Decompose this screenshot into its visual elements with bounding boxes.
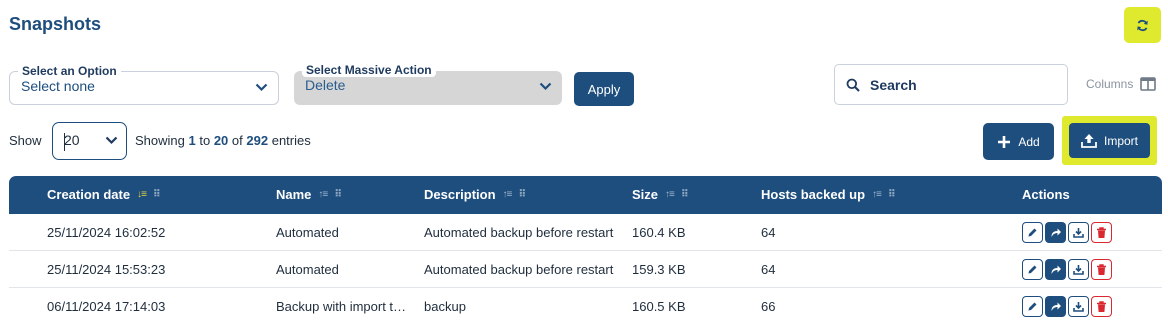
drag-handle-icon[interactable]: ⠿ — [518, 189, 526, 200]
cell-name: Backup with import t… — [276, 299, 407, 314]
show-label: Show — [9, 133, 42, 148]
restore-button[interactable] — [1045, 259, 1066, 280]
search-icon — [846, 78, 860, 92]
cell-description: Automated backup before restart — [424, 262, 614, 277]
refresh-button[interactable] — [1124, 7, 1161, 43]
option-select-label: Select an Option — [18, 64, 121, 78]
edit-button[interactable] — [1022, 222, 1043, 243]
cell-hosts: 64 — [761, 262, 776, 277]
row-actions — [1022, 259, 1112, 280]
columns-label: Columns — [1086, 77, 1134, 91]
download-icon — [1073, 302, 1084, 312]
columns-toggle[interactable]: Columns — [1086, 77, 1157, 91]
search-label: Search — [870, 76, 917, 93]
row-actions — [1022, 296, 1112, 317]
cell-hosts: 66 — [761, 299, 776, 314]
page-size-value: 20 — [64, 132, 80, 148]
edit-button[interactable] — [1022, 296, 1043, 317]
edit-icon — [1028, 265, 1037, 274]
cell-name: Automated — [276, 262, 339, 277]
cell-description: backup — [424, 299, 466, 314]
cell-size: 160.5 KB — [632, 299, 686, 314]
trash-icon — [1097, 263, 1106, 275]
cell-size: 159.3 KB — [632, 262, 686, 277]
search-input[interactable]: Search — [834, 64, 1068, 105]
refresh-icon — [1137, 19, 1148, 31]
trash-icon — [1097, 226, 1106, 238]
cell-hosts: 64 — [761, 225, 776, 240]
import-highlight: Import — [1062, 116, 1157, 165]
chevron-down-icon — [255, 83, 268, 92]
text-cursor — [64, 133, 65, 151]
cell-creation-date: 25/11/2024 16:02:52 — [47, 225, 166, 240]
page-title: Snapshots — [9, 14, 102, 34]
import-label: Import — [1103, 133, 1138, 148]
column-header-actions: Actions — [1022, 187, 1070, 202]
delete-button[interactable] — [1091, 222, 1112, 243]
drag-handle-icon[interactable]: ⠿ — [153, 189, 161, 200]
drag-handle-icon[interactable]: ⠿ — [888, 189, 896, 200]
restore-button[interactable] — [1045, 296, 1066, 317]
sort-icon[interactable]: ↑≡ — [318, 189, 328, 200]
download-icon — [1073, 265, 1084, 275]
cell-description: Automated backup before restart — [424, 225, 614, 240]
sort-icon[interactable]: ↓≡ — [137, 189, 147, 200]
import-button[interactable]: Import — [1069, 123, 1150, 158]
cell-creation-date: 06/11/2024 17:14:03 — [47, 299, 166, 314]
add-label: Add — [1018, 134, 1040, 149]
trash-icon — [1097, 300, 1106, 312]
column-header-size[interactable]: Size ↑≡ ⠿ — [632, 187, 689, 202]
sort-icon[interactable]: ↑≡ — [503, 189, 513, 200]
restore-icon — [1051, 228, 1061, 237]
massive-action-value: Delete — [305, 77, 346, 93]
sort-icon[interactable]: ↑≡ — [665, 189, 675, 200]
column-header-description[interactable]: Description ↑≡ ⠿ — [424, 187, 526, 202]
massive-action-select[interactable]: Select Massive Action Delete — [294, 63, 562, 105]
cell-size: 160.4 KB — [632, 225, 686, 240]
cell-creation-date: 25/11/2024 15:53:23 — [47, 262, 166, 277]
drag-handle-icon[interactable]: ⠿ — [334, 189, 342, 200]
table-row[interactable]: 25/11/2024 16:02:52 Automated Automated … — [9, 214, 1162, 251]
delete-button[interactable] — [1091, 296, 1112, 317]
option-select-value: Select none — [21, 78, 95, 94]
delete-button[interactable] — [1091, 259, 1112, 280]
edit-icon — [1028, 302, 1037, 311]
column-header-creation-date[interactable]: Creation date ↓≡ ⠿ — [47, 187, 161, 202]
table-header: Creation date ↓≡ ⠿ Name ↑≡ ⠿ Description… — [9, 176, 1162, 214]
edit-button[interactable] — [1022, 259, 1043, 280]
restore-icon — [1051, 302, 1061, 311]
edit-icon — [1028, 228, 1037, 237]
columns-icon — [1140, 77, 1157, 91]
restore-button[interactable] — [1045, 222, 1066, 243]
table-row[interactable]: 25/11/2024 15:53:23 Automated Automated … — [9, 251, 1162, 288]
plus-icon — [998, 135, 1011, 148]
download-button[interactable] — [1068, 296, 1089, 317]
option-select[interactable]: Select an Option Select none — [9, 64, 279, 105]
massive-action-label: Select Massive Action — [302, 63, 436, 77]
column-header-name[interactable]: Name ↑≡ ⠿ — [276, 187, 342, 202]
chevron-down-icon — [539, 82, 552, 91]
table-row[interactable]: 06/11/2024 17:14:03 Backup with import t… — [9, 288, 1162, 324]
add-button[interactable]: Add — [983, 123, 1054, 160]
sort-icon[interactable]: ↑≡ — [872, 189, 882, 200]
upload-icon — [1081, 134, 1097, 148]
restore-icon — [1051, 265, 1061, 274]
download-button[interactable] — [1068, 222, 1089, 243]
drag-handle-icon[interactable]: ⠿ — [681, 189, 689, 200]
column-header-hosts-backed-up[interactable]: Hosts backed up ↑≡ ⠿ — [761, 187, 896, 202]
chevron-down-icon — [105, 136, 118, 145]
download-icon — [1073, 228, 1084, 238]
apply-button[interactable]: Apply — [574, 72, 634, 106]
snapshots-table: Creation date ↓≡ ⠿ Name ↑≡ ⠿ Description… — [9, 176, 1162, 324]
row-actions — [1022, 222, 1112, 243]
download-button[interactable] — [1068, 259, 1089, 280]
page-size-select[interactable]: 20 — [52, 122, 127, 160]
cell-name: Automated — [276, 225, 339, 240]
entries-info: Showing 1 to 20 of 292 entries — [135, 133, 311, 148]
